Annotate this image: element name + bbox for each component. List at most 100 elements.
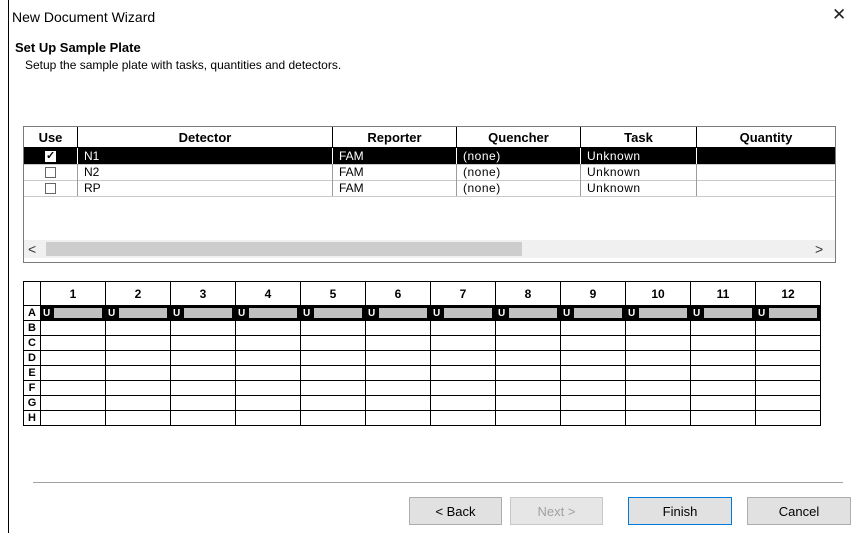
plate-well[interactable] <box>235 335 301 351</box>
plate-row-header[interactable]: E <box>23 365 41 381</box>
plate-well[interactable] <box>560 380 626 396</box>
plate-column-header[interactable]: 1 <box>40 281 106 306</box>
plate-well[interactable] <box>105 410 171 426</box>
scroll-right-arrow-icon[interactable]: > <box>815 240 829 258</box>
plate-well[interactable] <box>170 350 236 366</box>
plate-well[interactable] <box>105 320 171 336</box>
back-button[interactable]: < Back <box>409 497 502 525</box>
detector-row[interactable]: N1FAM(none)Unknown <box>24 148 835 165</box>
plate-well[interactable] <box>235 350 301 366</box>
plate-well[interactable] <box>300 380 366 396</box>
plate-well[interactable]: U <box>430 305 496 321</box>
plate-well[interactable] <box>300 365 366 381</box>
plate-well[interactable] <box>560 365 626 381</box>
plate-well[interactable] <box>690 365 756 381</box>
plate-well[interactable] <box>40 350 106 366</box>
plate-well[interactable]: U <box>560 305 626 321</box>
plate-column-header[interactable]: 4 <box>235 281 301 306</box>
plate-well[interactable] <box>365 365 431 381</box>
task-cell[interactable]: Unknown <box>581 148 697 164</box>
plate-well[interactable] <box>365 320 431 336</box>
plate-well[interactable]: U <box>300 305 366 321</box>
plate-row-header[interactable]: A <box>23 305 41 321</box>
plate-well[interactable] <box>755 320 821 336</box>
plate-well[interactable]: U <box>690 305 756 321</box>
detector-row[interactable]: N2 FAM (none) Unknown <box>24 164 835 181</box>
plate-well[interactable] <box>430 350 496 366</box>
plate-well[interactable] <box>430 365 496 381</box>
plate-well[interactable] <box>625 395 691 411</box>
plate-well[interactable] <box>170 365 236 381</box>
plate-well[interactable] <box>755 350 821 366</box>
plate-well[interactable] <box>430 380 496 396</box>
plate-well[interactable] <box>560 350 626 366</box>
plate-well[interactable] <box>365 380 431 396</box>
plate-well[interactable]: U <box>365 305 431 321</box>
plate-well[interactable] <box>495 365 561 381</box>
plate-well[interactable] <box>690 320 756 336</box>
plate-well[interactable] <box>690 350 756 366</box>
plate-well[interactable] <box>755 380 821 396</box>
plate-well[interactable] <box>300 320 366 336</box>
plate-column-header[interactable]: 7 <box>430 281 496 306</box>
plate-well[interactable] <box>495 335 561 351</box>
use-checkbox[interactable] <box>45 182 56 194</box>
plate-well[interactable] <box>625 320 691 336</box>
plate-well[interactable] <box>690 335 756 351</box>
plate-well[interactable] <box>300 395 366 411</box>
plate-column-header[interactable]: 10 <box>625 281 691 306</box>
plate-column-header[interactable]: 2 <box>105 281 171 306</box>
plate-well[interactable] <box>105 335 171 351</box>
plate-well[interactable] <box>235 395 301 411</box>
detector-row[interactable]: RP FAM (none) Unknown <box>24 180 835 197</box>
plate-well[interactable] <box>300 335 366 351</box>
use-checkbox[interactable] <box>45 149 56 162</box>
plate-well[interactable] <box>40 320 106 336</box>
horizontal-scrollbar[interactable]: < > <box>24 240 835 258</box>
quantity-cell[interactable] <box>697 180 835 196</box>
plate-well[interactable]: U <box>495 305 561 321</box>
plate-well[interactable] <box>170 335 236 351</box>
plate-column-header[interactable]: 11 <box>690 281 756 306</box>
plate-well[interactable] <box>495 395 561 411</box>
plate-well[interactable] <box>170 380 236 396</box>
plate-column-header[interactable]: 6 <box>365 281 431 306</box>
plate-column-header[interactable]: 5 <box>300 281 366 306</box>
plate-well[interactable] <box>105 395 171 411</box>
scroll-left-arrow-icon[interactable]: < <box>28 240 42 258</box>
plate-well[interactable] <box>40 395 106 411</box>
plate-row-header[interactable]: F <box>23 380 41 396</box>
plate-well[interactable] <box>495 350 561 366</box>
plate-well[interactable] <box>170 410 236 426</box>
plate-well[interactable] <box>690 410 756 426</box>
plate-column-header[interactable]: 9 <box>560 281 626 306</box>
plate-well[interactable] <box>365 350 431 366</box>
col-reporter-header[interactable]: Reporter <box>333 127 457 147</box>
col-task-header[interactable]: Task <box>581 127 697 147</box>
plate-well[interactable] <box>755 395 821 411</box>
plate-row-header[interactable]: C <box>23 335 41 351</box>
plate-column-header[interactable]: 3 <box>170 281 236 306</box>
plate-well[interactable] <box>625 380 691 396</box>
plate-well[interactable]: U <box>105 305 171 321</box>
close-icon[interactable]: ✕ <box>832 5 846 25</box>
plate-well[interactable] <box>170 395 236 411</box>
cancel-button[interactable]: Cancel <box>747 497 851 525</box>
plate-well[interactable] <box>365 410 431 426</box>
plate-well[interactable] <box>40 365 106 381</box>
next-button[interactable]: Next > <box>510 497 603 525</box>
plate-well[interactable] <box>755 365 821 381</box>
plate-well[interactable]: U <box>755 305 821 321</box>
col-quantity-header[interactable]: Quantity <box>697 127 835 147</box>
plate-well[interactable] <box>495 380 561 396</box>
task-cell[interactable]: Unknown <box>581 180 697 196</box>
plate-well[interactable] <box>430 410 496 426</box>
task-cell[interactable]: Unknown <box>581 164 697 180</box>
plate-well[interactable] <box>690 380 756 396</box>
use-checkbox[interactable] <box>45 166 56 178</box>
plate-well[interactable] <box>755 410 821 426</box>
plate-well[interactable] <box>105 350 171 366</box>
plate-row-header[interactable]: H <box>23 410 41 426</box>
plate-well[interactable]: U <box>40 305 106 321</box>
plate-well[interactable] <box>430 320 496 336</box>
